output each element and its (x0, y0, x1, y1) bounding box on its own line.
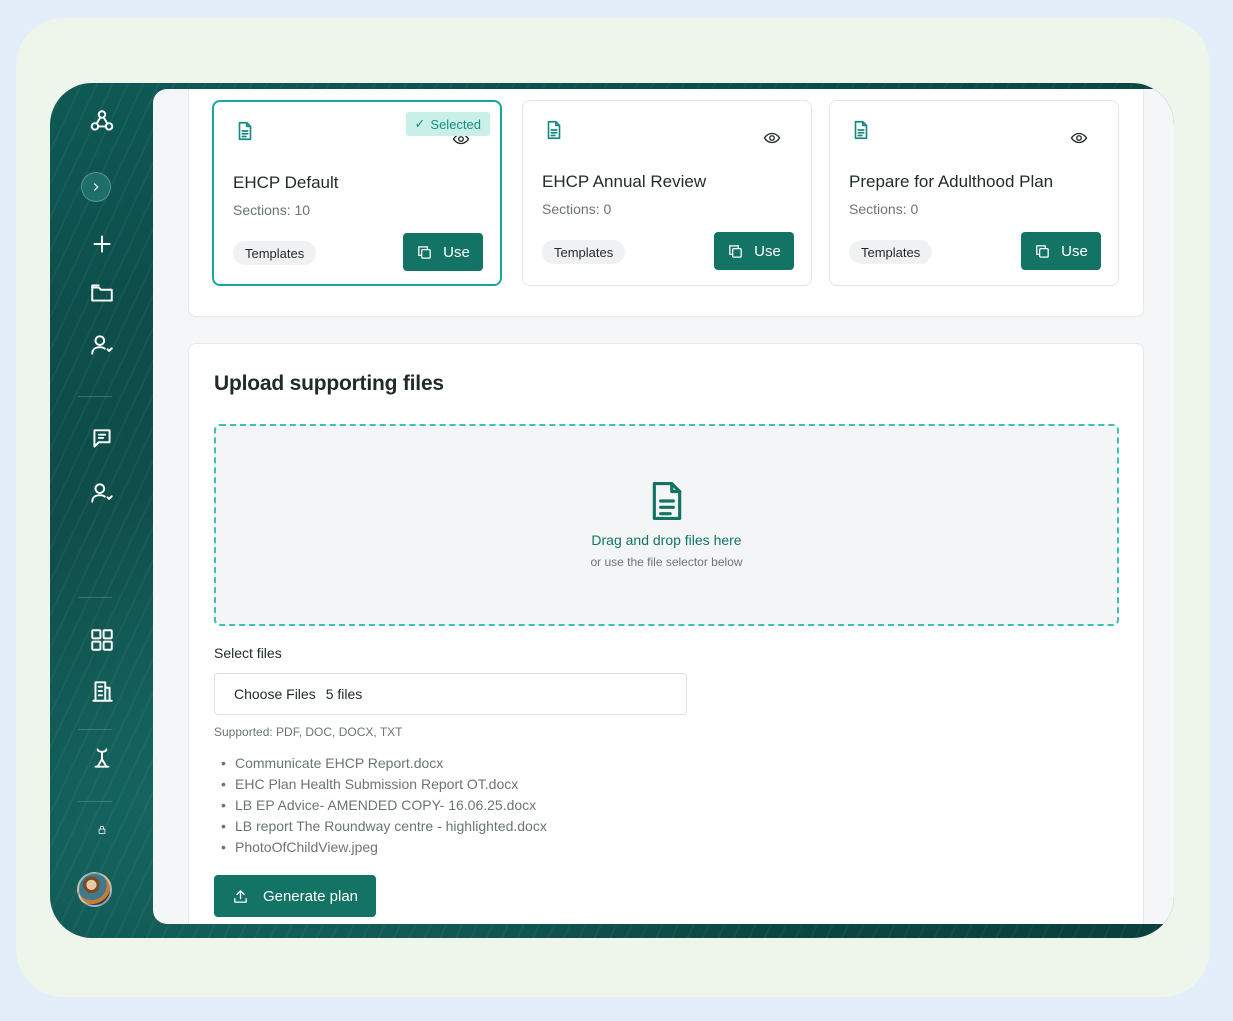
upload-icon (234, 889, 247, 903)
sidebar (50, 83, 153, 938)
list-item: PhotoOfChildView.jpeg (221, 837, 547, 858)
template-tag: Templates (849, 240, 933, 264)
template-card[interactable]: EHCP Annual Review Sections: 0 Templates… (522, 100, 812, 286)
person-icon[interactable] (88, 744, 116, 772)
check-icon: ✓ (414, 116, 426, 131)
choose-files-button[interactable]: Choose Files (234, 686, 316, 702)
template-sections: Sections: 0 (849, 201, 919, 217)
list-item: EHC Plan Health Submission Report OT.doc… (221, 774, 547, 795)
logo-icon[interactable] (88, 107, 116, 135)
copy-icon (729, 244, 742, 258)
main-content: ✓ Selected EHCP Default Sections: 10 Tem… (153, 89, 1174, 924)
template-title: Prepare for Adulthood Plan (849, 172, 1054, 191)
generate-plan-label: Generate plan (262, 887, 359, 905)
use-template-button[interactable]: Use (1021, 232, 1101, 270)
use-template-button[interactable]: Use (714, 232, 794, 270)
file-input[interactable]: Choose Files 5 files (214, 673, 687, 715)
upload-panel: Upload supporting files Drag and drop fi… (188, 343, 1144, 924)
chevron-right-icon (93, 183, 99, 191)
list-item: LB EP Advice- AMENDED COPY- 16.06.25.doc… (221, 795, 547, 816)
list-item: LB report The Roundway centre - highligh… (221, 816, 547, 837)
sidebar-divider (78, 729, 112, 730)
grid-icon[interactable] (88, 626, 116, 654)
upload-title: Upload supporting files (214, 372, 444, 395)
badge-label: Selected (430, 116, 481, 132)
use-template-button[interactable]: Use (403, 233, 483, 271)
dropzone-subtext: or use the file selector below (590, 555, 743, 569)
use-label: Use (443, 243, 470, 261)
expand-sidebar-button[interactable] (81, 172, 111, 202)
eye-icon[interactable] (1070, 129, 1088, 147)
template-tag: Templates (233, 241, 317, 265)
chosen-files-count: 5 files (325, 686, 363, 702)
sidebar-divider (78, 597, 112, 598)
template-sections: Sections: 10 (233, 202, 311, 218)
document-icon (543, 119, 565, 141)
dropzone-text: Drag and drop files here (591, 532, 742, 548)
copy-icon (418, 245, 431, 259)
lock-icon[interactable] (88, 816, 116, 844)
file-list: Communicate EHCP Report.docx EHC Plan He… (221, 753, 547, 858)
template-title: EHCP Default (233, 173, 339, 192)
template-card[interactable]: ✓ Selected EHCP Default Sections: 10 Tem… (212, 100, 502, 286)
sidebar-divider (78, 801, 112, 802)
template-title: EHCP Annual Review (542, 172, 707, 191)
user-check-icon[interactable] (88, 331, 116, 359)
app-shell: ✓ Selected EHCP Default Sections: 10 Tem… (50, 83, 1174, 938)
message-icon[interactable] (88, 425, 116, 453)
plus-icon[interactable] (88, 230, 116, 258)
generate-plan-button[interactable]: Generate plan (214, 875, 376, 917)
document-icon (850, 119, 872, 141)
copy-icon (1036, 244, 1049, 258)
folder-icon[interactable] (88, 279, 116, 307)
avatar[interactable] (77, 872, 112, 907)
selected-badge: ✓ Selected (405, 112, 490, 136)
template-card[interactable]: Prepare for Adulthood Plan Sections: 0 T… (829, 100, 1119, 286)
document-icon (648, 480, 686, 522)
eye-icon[interactable] (763, 129, 781, 147)
templates-panel: ✓ Selected EHCP Default Sections: 10 Tem… (188, 89, 1144, 317)
use-label: Use (1061, 242, 1088, 260)
template-tag: Templates (542, 240, 626, 264)
sidebar-divider (78, 396, 112, 397)
supported-formats: Supported: PDF, DOC, DOCX, TXT (214, 725, 403, 739)
use-label: Use (754, 242, 781, 260)
building-icon[interactable] (88, 677, 116, 705)
list-item: Communicate EHCP Report.docx (221, 753, 547, 774)
template-sections: Sections: 0 (542, 201, 612, 217)
select-files-label: Select files (214, 645, 282, 661)
user-check-icon[interactable] (88, 479, 116, 507)
document-icon (234, 120, 256, 142)
file-dropzone[interactable]: Drag and drop files here or use the file… (214, 424, 1119, 626)
